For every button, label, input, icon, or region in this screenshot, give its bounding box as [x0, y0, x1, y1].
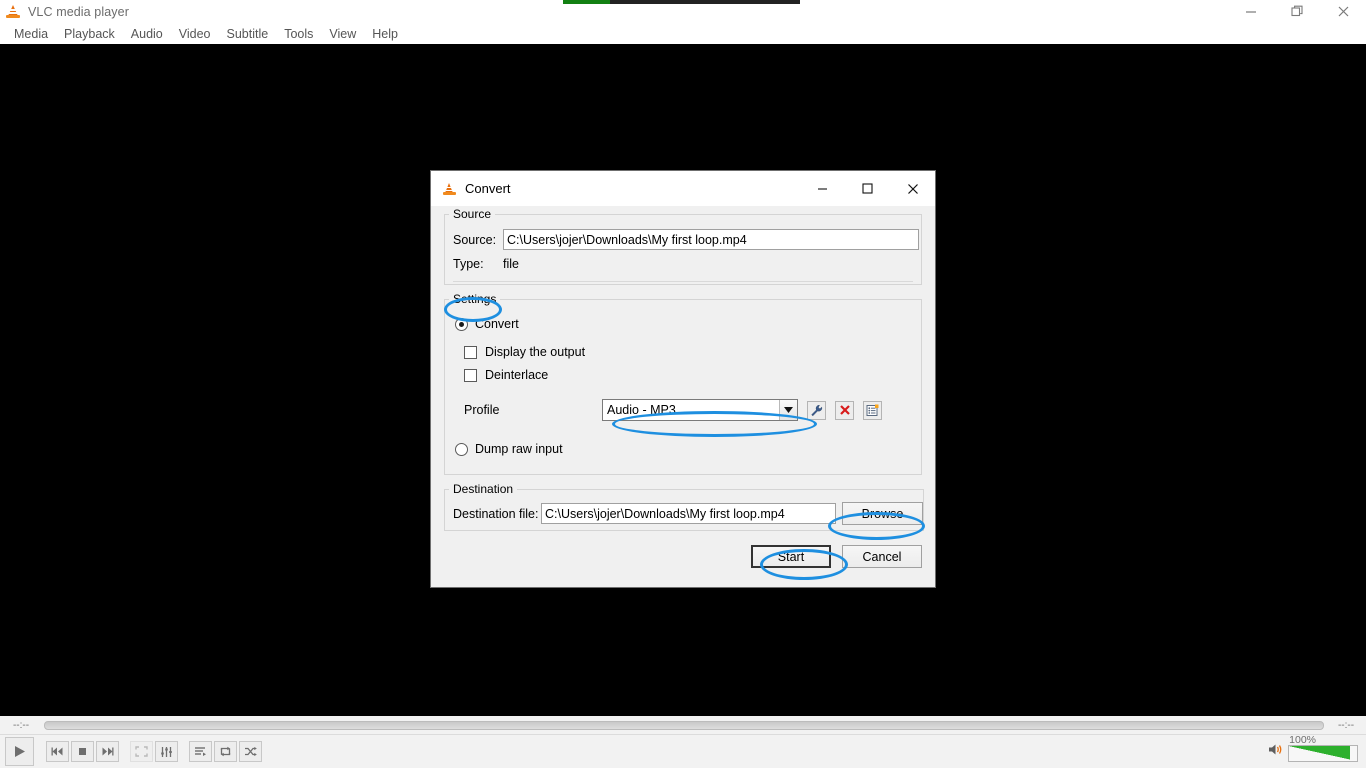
destination-file-input[interactable]: C:\Users\jojer\Downloads\My first loop.m…: [541, 503, 836, 524]
screen-recording-indicator: [563, 0, 800, 4]
profile-label: Profile: [464, 403, 500, 417]
convert-dialog: Convert Source Source: C:\Users\jojer\Do…: [430, 170, 936, 588]
vlc-cone-icon: [5, 4, 21, 19]
dump-raw-input-radio[interactable]: [455, 442, 468, 456]
type-label: Type:: [453, 257, 484, 271]
settings-group-legend: Settings: [453, 292, 497, 306]
profile-combo-value: Audio - MP3: [607, 403, 676, 417]
destination-file-label: Destination file:: [453, 506, 539, 521]
dialog-window-controls: [800, 171, 935, 207]
cancel-button[interactable]: Cancel: [842, 545, 922, 568]
destination-group: Destination Destination file: C:\Users\j…: [444, 482, 924, 531]
volume-slider[interactable]: [1288, 744, 1358, 762]
source-input[interactable]: C:\Users\jojer\Downloads\My first loop.m…: [503, 229, 919, 250]
new-profile-button[interactable]: [863, 400, 882, 420]
convert-radio-label: Convert: [475, 317, 519, 331]
menu-item-tools[interactable]: Tools: [276, 25, 321, 43]
menu-bar: Media Playback Audio Video Subtitle Tool…: [0, 23, 1366, 44]
total-time: --:--: [1337, 719, 1355, 731]
menu-item-media[interactable]: Media: [6, 25, 56, 43]
dialog-action-row: Start Cancel: [444, 545, 922, 568]
minimize-icon[interactable]: [1228, 0, 1274, 23]
browse-button[interactable]: Browse: [842, 502, 923, 525]
next-button[interactable]: [96, 741, 119, 762]
deinterlace-label: Deinterlace: [485, 368, 549, 382]
dump-raw-input-label: Dump raw input: [475, 442, 563, 456]
vlc-cone-icon: [442, 182, 457, 196]
edit-profile-button[interactable]: [807, 400, 826, 420]
start-button[interactable]: Start: [751, 545, 831, 568]
source-label: Source:: [453, 232, 497, 247]
app-title: VLC media player: [28, 4, 129, 19]
stop-button[interactable]: [71, 741, 94, 762]
display-output-label: Display the output: [485, 345, 586, 359]
menu-item-help[interactable]: Help: [364, 25, 406, 43]
seek-bar-row: --:-- --:--: [0, 716, 1366, 734]
previous-button[interactable]: [46, 741, 69, 762]
elapsed-time: --:--: [12, 719, 30, 731]
equalizer-button[interactable]: [155, 741, 178, 762]
menu-item-video[interactable]: Video: [171, 25, 219, 43]
delete-profile-button[interactable]: [835, 400, 854, 420]
playlist-button[interactable]: [189, 741, 212, 762]
destination-group-legend: Destination: [453, 482, 514, 496]
dialog-title-bar: Convert: [431, 171, 935, 207]
play-button[interactable]: [5, 737, 34, 766]
minimize-icon[interactable]: [800, 171, 845, 207]
volume-slider-fill: [1289, 745, 1357, 761]
source-group: Source Source: C:\Users\jojer\Downloads\…: [444, 207, 922, 285]
speaker-icon[interactable]: [1268, 742, 1284, 762]
restore-icon[interactable]: [1274, 0, 1320, 23]
seek-slider[interactable]: [44, 720, 1324, 730]
maximize-icon[interactable]: [845, 171, 890, 207]
settings-group: Settings Convert Display the output Dein…: [444, 292, 922, 475]
menu-item-subtitle[interactable]: Subtitle: [219, 25, 277, 43]
close-icon[interactable]: [890, 171, 935, 207]
vlc-application-window: VLC media player Media Playback Audio Vi…: [0, 0, 1366, 768]
window-controls: [1228, 0, 1366, 23]
menu-item-view[interactable]: View: [321, 25, 364, 43]
display-output-checkbox[interactable]: [464, 345, 477, 359]
loop-button[interactable]: [214, 741, 237, 762]
menu-item-playback[interactable]: Playback: [56, 25, 123, 43]
dialog-body: Source Source: C:\Users\jojer\Downloads\…: [431, 207, 935, 568]
playback-control-bar: 100%: [0, 734, 1366, 768]
source-group-legend: Source: [453, 207, 492, 221]
source-divider: [453, 281, 913, 282]
fullscreen-button[interactable]: [130, 741, 153, 762]
close-icon[interactable]: [1320, 0, 1366, 23]
volume-slider-cap: [1350, 745, 1357, 761]
chevron-down-icon[interactable]: [779, 400, 797, 420]
menu-item-audio[interactable]: Audio: [123, 25, 171, 43]
convert-radio[interactable]: [455, 317, 468, 331]
recording-progress-fill: [563, 0, 610, 4]
deinterlace-checkbox[interactable]: [464, 368, 477, 382]
profile-combo[interactable]: Audio - MP3: [602, 399, 798, 421]
shuffle-button[interactable]: [239, 741, 262, 762]
volume-control[interactable]: 100%: [1268, 734, 1358, 762]
dialog-title: Convert: [465, 181, 511, 196]
type-value: file: [503, 257, 519, 271]
